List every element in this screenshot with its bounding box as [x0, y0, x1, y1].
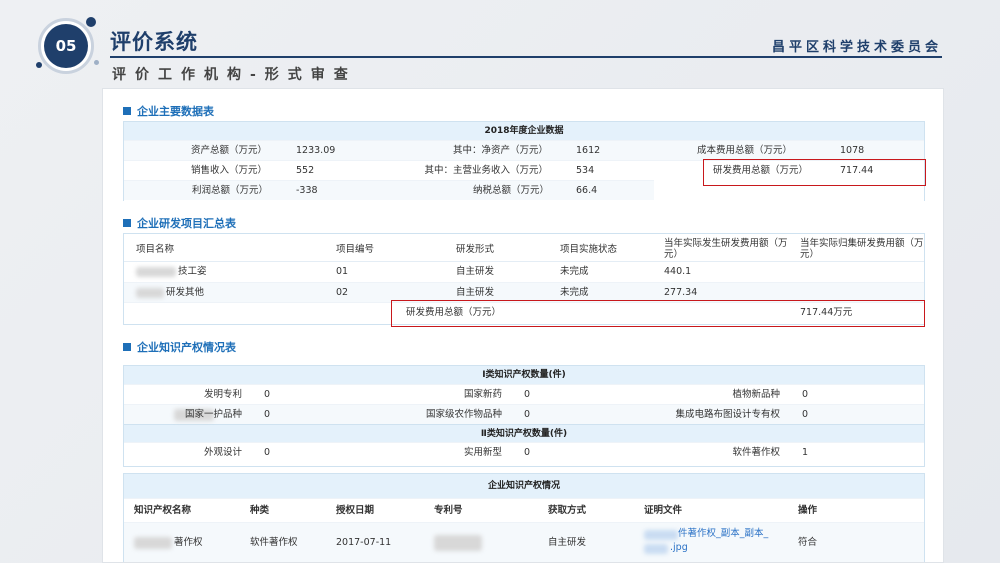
cell-label: 软件著作权: [732, 447, 780, 458]
proof-file-link[interactable]: 件著作权_副本_副本_: [678, 527, 768, 541]
table-row: 外观设计 0 实用新型 0 软件著作权 1: [124, 442, 924, 462]
square-bullet-icon: [123, 343, 131, 351]
ip-detail-table: 企业知识产权情况 知识产权名称 种类 授权日期 专利号 获取方式 证明文件 操作…: [123, 473, 925, 562]
section-number-badge: 05: [44, 24, 88, 68]
ip-date: 2017-07-11: [336, 537, 392, 548]
square-bullet-icon: [123, 107, 131, 115]
cell-label: 销售收入（万元）: [190, 165, 267, 176]
column-header: 当年实际归集研发费用额（万元）: [800, 238, 924, 260]
column-header: 项目实施状态: [560, 244, 618, 255]
cell-value: 0: [264, 389, 271, 400]
cell-label: 国家新药: [463, 389, 502, 400]
page-subtitle: 评价工作机构-形式审查: [112, 67, 357, 83]
highlight-box-rd-total: [703, 159, 926, 186]
project-code: 02: [336, 287, 349, 298]
square-bullet-icon: [123, 219, 131, 227]
redacted-patent-number: [434, 535, 482, 551]
table-row: 国家一护品种 0 国家级农作物品种 0 集成电路布图设计专有权 0: [124, 404, 924, 424]
highlight-box-rd-sum: [391, 300, 925, 327]
table-row: 发明专利 0 国家新药 0 植物新品种 0: [124, 384, 924, 404]
redacted-area: [644, 544, 668, 554]
redacted-area: [136, 267, 176, 277]
column-header: 研发形式: [456, 244, 495, 255]
cell-value: -338: [296, 185, 318, 196]
ip-action: 符合: [798, 537, 818, 548]
redacted-area: [134, 537, 172, 549]
ip-name: 著作权: [174, 537, 203, 548]
decor-dot: [36, 62, 42, 68]
cell-value: 1078: [840, 145, 865, 156]
column-header: 获取方式: [548, 505, 587, 516]
cell-label: 利润总额（万元）: [191, 185, 268, 196]
content-panel: 企业主要数据表 2018年度企业数据 资产总额（万元） 1233.09 其中：净…: [102, 88, 944, 563]
column-header: 知识产权名称: [134, 505, 192, 516]
table-row: 利润总额（万元） -338 纳税总额（万元） 66.4: [124, 180, 654, 200]
cell-value: 0: [802, 389, 809, 400]
table-row: 资产总额（万元） 1233.09 其中：净资产（万元） 1612 成本费用总额（…: [124, 140, 924, 160]
column-header: 种类: [250, 505, 270, 516]
detail-title: 企业知识产权情况: [124, 474, 924, 498]
cell-label: 成本费用总额（万元）: [696, 145, 792, 156]
column-header: 项目编号: [336, 244, 375, 255]
cell-label: 纳税总额（万元）: [472, 185, 549, 196]
table-header-row: 知识产权名称 种类 授权日期 专利号 获取方式 证明文件 操作: [124, 498, 924, 522]
redacted-area: [644, 530, 678, 540]
proof-file-link[interactable]: .jpg: [670, 541, 688, 555]
cell-value: 552: [296, 165, 315, 176]
table-title: 2018年度企业数据: [124, 122, 924, 140]
column-header: 操作: [798, 505, 818, 516]
cell-label: 其中：净资产（万元）: [452, 145, 548, 156]
organization-name: 昌平区科学技术委员会: [771, 40, 942, 55]
table-row: 研发其他 02 自主研发 未完成 277.34: [124, 282, 924, 302]
column-header: 专利号: [434, 505, 463, 516]
section-title-company-data: 企业主要数据表: [123, 103, 214, 119]
cell-value: 66.4: [576, 185, 598, 196]
cell-label: 实用新型: [463, 447, 502, 458]
cell-value: 0: [524, 409, 531, 420]
cell-value: 534: [576, 165, 595, 176]
cell-value: 0: [524, 447, 531, 458]
decor-dot: [86, 17, 96, 27]
ip-method: 自主研发: [548, 537, 587, 548]
column-header: 证明文件: [644, 505, 683, 516]
ip-count-table: Ⅰ类知识产权数量(件) 发明专利 0 国家新药 0 植物新品种 0 国家一护品种…: [123, 365, 925, 467]
cell-value: 1: [802, 447, 809, 458]
cell-label: 资产总额（万元）: [190, 145, 267, 156]
section-title-rd-projects: 企业研发项目汇总表: [123, 215, 236, 231]
section-title-ip: 企业知识产权情况表: [123, 339, 236, 355]
cell-value: 0: [264, 447, 271, 458]
cell-label: 发明专利: [203, 389, 242, 400]
decor-dot: [94, 60, 99, 65]
cell-value: 1233.09: [296, 145, 336, 156]
project-status: 未完成: [560, 266, 589, 277]
cell-label: 国家级农作物品种: [425, 409, 502, 420]
column-header: 授权日期: [336, 505, 375, 516]
table-row: 技工姿 01 自主研发 未完成 440.1: [124, 262, 924, 282]
column-header: 项目名称: [136, 244, 175, 255]
cell-label: 植物新品种: [732, 389, 780, 400]
cell-label: 其中：主营业务收入（万元）: [424, 165, 548, 176]
project-name: 研发其他: [166, 287, 205, 298]
cell-value: 1612: [576, 145, 601, 156]
project-actual-cost: 440.1: [664, 266, 692, 277]
ip-type: 软件著作权: [250, 537, 298, 548]
column-header: 当年实际发生研发费用额（万元）: [664, 238, 788, 260]
project-name: 技工姿: [178, 266, 207, 277]
cell-label: 国家一护品种: [184, 409, 242, 420]
redacted-area: [136, 288, 164, 298]
cell-label: 外观设计: [203, 447, 242, 458]
table-row: 著作权 软件著作权 2017-07-11 自主研发 件著作权_副本_副本_ .j…: [124, 522, 924, 562]
cell-value: 0: [802, 409, 809, 420]
cell-value: 0: [264, 409, 271, 420]
cell-label: 集成电路布图设计专有权: [675, 409, 780, 420]
cell-value: 0: [524, 389, 531, 400]
page-title: 评价系统: [110, 30, 198, 54]
header-divider: [110, 56, 942, 58]
class2-title: Ⅱ类知识产权数量(件): [124, 424, 924, 442]
table-header-row: 项目名称 项目编号 研发形式 项目实施状态 当年实际发生研发费用额（万元） 当年…: [124, 234, 924, 262]
project-code: 01: [336, 266, 349, 277]
project-form: 自主研发: [456, 266, 495, 277]
class1-title: Ⅰ类知识产权数量(件): [124, 366, 924, 384]
